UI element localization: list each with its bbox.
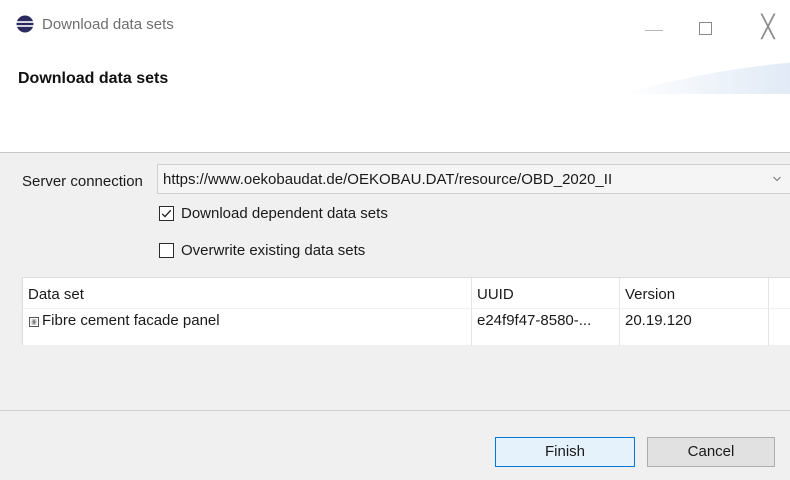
chevron-down-icon — [773, 176, 781, 182]
column-divider — [768, 278, 769, 346]
column-header-version[interactable]: Version — [625, 286, 675, 303]
dialog-footer: Finish Cancel — [0, 411, 790, 480]
window-title: Download data sets — [42, 16, 174, 33]
dialog-body: Server connection https://www.oekobaudat… — [0, 153, 790, 410]
column-header-uuid[interactable]: UUID — [477, 286, 514, 303]
overwrite-existing-label[interactable]: Overwrite existing data sets — [181, 242, 365, 259]
dialog-header: Download data sets — [0, 58, 790, 153]
expand-icon[interactable] — [28, 316, 40, 328]
download-dependent-label[interactable]: Download dependent data sets — [181, 205, 388, 222]
column-divider — [619, 278, 620, 346]
header-banner-decoration — [620, 62, 790, 94]
cancel-button[interactable]: Cancel — [647, 437, 775, 467]
table-cell-version[interactable]: 20.19.120 — [625, 312, 692, 329]
server-connection-dropdown[interactable]: https://www.oekobaudat.de/OEKOBAU.DAT/re… — [157, 164, 790, 194]
data-sets-table[interactable]: Data set UUID Version Fibre cement facad… — [22, 277, 790, 346]
column-header-data-set[interactable]: Data set — [28, 286, 84, 303]
overwrite-existing-checkbox[interactable] — [159, 243, 174, 258]
column-divider — [471, 278, 472, 346]
row-divider — [23, 308, 790, 309]
table-cell-data-set[interactable]: Fibre cement facade panel — [42, 312, 220, 329]
finish-button[interactable]: Finish — [495, 437, 635, 467]
checkmark-icon — [161, 209, 172, 218]
server-connection-value: https://www.oekobaudat.de/OEKOBAU.DAT/re… — [163, 171, 613, 188]
download-dependent-checkbox[interactable] — [159, 206, 174, 221]
close-button[interactable]: ╳ — [746, 8, 790, 48]
minimize-button[interactable] — [634, 8, 674, 48]
server-connection-label: Server connection — [22, 173, 143, 190]
table-cell-uuid[interactable]: e24f9f47-8580-... — [477, 312, 591, 329]
dialog-heading: Download data sets — [18, 70, 169, 87]
eclipse-app-icon — [16, 15, 34, 33]
title-bar[interactable]: Download data sets ╳ — [0, 0, 790, 58]
close-icon: ╳ — [761, 15, 775, 40]
maximize-button[interactable] — [686, 8, 726, 48]
